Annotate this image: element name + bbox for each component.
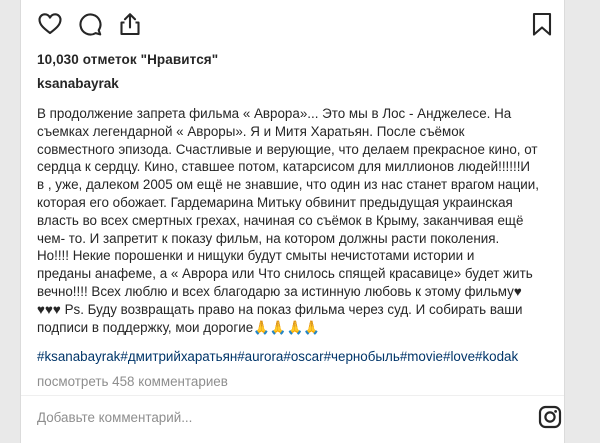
comment-icon[interactable] bbox=[77, 11, 103, 37]
caption-line: Но!!!! Некие порошенки и нищуки будут см… bbox=[37, 248, 475, 264]
caption-line: в , уже, далеком 2005 ом ещё не знавшие,… bbox=[37, 177, 539, 193]
hashtag-link[interactable]: #дмитрийхаратьян bbox=[120, 349, 237, 364]
caption-line: подписи в поддержку, мои дорогие🙏🙏🙏🙏 bbox=[37, 319, 320, 335]
comment-input[interactable] bbox=[37, 402, 517, 432]
hashtag-link[interactable]: #oscar bbox=[283, 349, 323, 364]
caption-line: вечно!!!! Всех люблю и всех благодарю за… bbox=[37, 283, 522, 299]
hashtag-link[interactable]: #kodak bbox=[475, 349, 518, 364]
caption-line: власть во всех смертных грехах, начиная … bbox=[37, 212, 524, 228]
likes-count[interactable]: 10,030 отметок "Нравится" bbox=[37, 52, 218, 67]
heart-icon[interactable] bbox=[37, 11, 63, 37]
hashtag-link[interactable]: #ksanabayrak bbox=[37, 349, 120, 364]
caption-line: съемках легендарной « Авроры». Я и Митя … bbox=[37, 123, 465, 139]
bookmark-icon[interactable] bbox=[529, 11, 555, 37]
caption: В продолжение запрета фильма « Аврора»..… bbox=[37, 105, 557, 336]
caption-line: сердца к сердцу. Кино, ставшее потом, ка… bbox=[37, 159, 531, 175]
caption-line: чем- то. И запретит к показу фильм, на к… bbox=[37, 230, 500, 246]
caption-line: которая его обожает. Гардемарина Митьку … bbox=[37, 194, 513, 210]
hashtag-link[interactable]: #чернобыль bbox=[324, 349, 400, 364]
caption-line: преданы анафеме, а « Аврора или Что снил… bbox=[37, 266, 533, 282]
action-bar bbox=[33, 11, 553, 41]
instagram-icon[interactable] bbox=[538, 405, 562, 434]
caption-line: ♥♥♥ Ps. Буду возвращать право на показ ф… bbox=[37, 301, 523, 317]
share-icon[interactable] bbox=[117, 11, 143, 37]
view-comments-link[interactable]: посмотреть 458 комментариев bbox=[37, 374, 228, 389]
post-panel: 10,030 отметок "Нравится" ksanabayrak В … bbox=[20, 0, 565, 443]
hashtag-list: #ksanabayrak#дмитрийхаратьян#aurora#osca… bbox=[37, 349, 518, 364]
hashtag-link[interactable]: #love bbox=[443, 349, 475, 364]
username[interactable]: ksanabayrak bbox=[37, 76, 119, 91]
hashtag-link[interactable]: #movie bbox=[400, 349, 443, 364]
caption-line: В продолжение запрета фильма « Аврора»..… bbox=[37, 106, 512, 121]
divider bbox=[21, 395, 564, 396]
caption-line: совместного эпизода. Счастливые и верующ… bbox=[37, 141, 538, 157]
hashtag-link[interactable]: #aurora bbox=[237, 349, 283, 364]
